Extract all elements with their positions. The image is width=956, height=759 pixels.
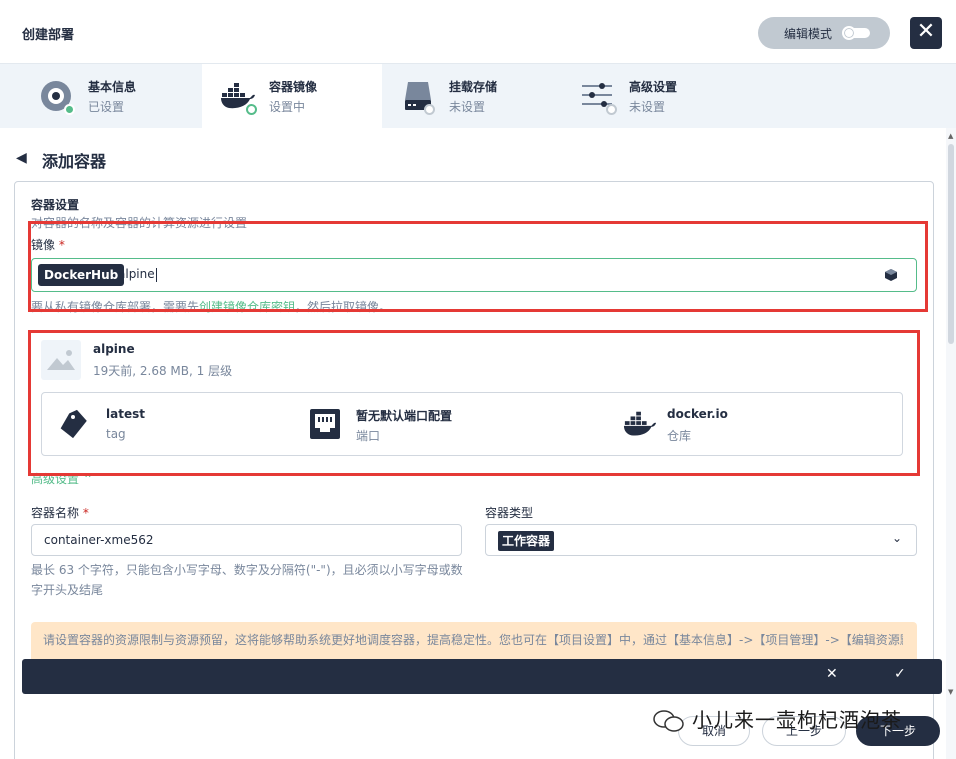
step-basic-info[interactable]: 基本信息 已设置 — [0, 64, 180, 128]
status-pending-dot — [424, 104, 435, 115]
container-type-select[interactable]: 工作容器 ⌄ — [485, 524, 917, 556]
scroll-up-icon[interactable]: ▲ — [948, 132, 953, 140]
status-done-dot — [64, 104, 75, 115]
step-title: 挂载存储 — [449, 80, 498, 94]
edit-mode-toggle[interactable]: 编辑模式 — [758, 17, 890, 49]
wechat-icon — [653, 710, 684, 732]
status-active-dot — [246, 104, 257, 115]
scroll-down-icon[interactable]: ▼ — [948, 688, 953, 696]
container-name-value: container-xme562 — [44, 533, 154, 547]
step-status: 已设置 — [88, 100, 125, 114]
step-storage[interactable]: 挂载存储 未设置 — [382, 64, 562, 128]
cancel-icon[interactable]: ✕ — [826, 666, 838, 682]
step-container-image[interactable]: 容器镜像 设置中 — [202, 64, 382, 128]
status-pending-dot — [606, 104, 617, 115]
container-type-label: 容器类型 — [485, 506, 534, 520]
confirm-bar: ✕ ✓ — [22, 659, 942, 694]
container-name-input[interactable]: container-xme562 — [31, 524, 462, 556]
modal-title: 创建部署 — [22, 28, 75, 43]
step-status: 未设置 — [629, 100, 666, 114]
close-button[interactable]: ✕ — [910, 17, 942, 49]
scrollbar[interactable]: ▲ ▼ — [946, 128, 956, 759]
step-title: 基本信息 — [88, 80, 137, 94]
step-status: 未设置 — [449, 100, 486, 114]
step-status: 设置中 — [269, 100, 306, 114]
confirm-icon[interactable]: ✓ — [894, 666, 906, 682]
close-icon: ✕ — [916, 19, 936, 44]
back-arrow-icon[interactable]: ◀ — [16, 150, 27, 166]
watermark-text: 小儿来一壶枸杞酒泡茶 — [692, 708, 902, 732]
toggle-knob — [842, 26, 856, 40]
container-name-label: 容器名称 * — [31, 506, 89, 520]
highlight-box-image — [28, 221, 928, 312]
chevron-down-icon: ⌄ — [891, 531, 902, 545]
step-title: 高级设置 — [629, 80, 678, 94]
edit-mode-label: 编辑模式 — [784, 27, 833, 41]
step-title: 容器镜像 — [269, 80, 318, 94]
section-title: 容器设置 — [31, 198, 80, 212]
warning-text: 请设置容器的资源限制与资源预留，这将能够帮助系统更好地调度容器，提高稳定性。您也… — [43, 633, 903, 647]
toggle-switch[interactable] — [842, 26, 870, 40]
highlight-box-result — [28, 330, 920, 476]
modal-header: 创建部署 编辑模式 ✕ — [0, 0, 956, 64]
container-name-help: 最长 63 个字符，只能包含小写字母、数字及分隔符("-")，且必须以小写字母或… — [31, 563, 463, 597]
container-type-value: 工作容器 — [498, 531, 555, 551]
scroll-thumb[interactable] — [948, 144, 954, 344]
step-advanced[interactable]: 高级设置 未设置 — [562, 64, 742, 128]
step-bar: 基本信息 已设置 容器镜像 设置中 挂载存储 未设置 高级设置 未设置 — [0, 64, 956, 128]
page-title: 添加容器 — [42, 152, 107, 171]
